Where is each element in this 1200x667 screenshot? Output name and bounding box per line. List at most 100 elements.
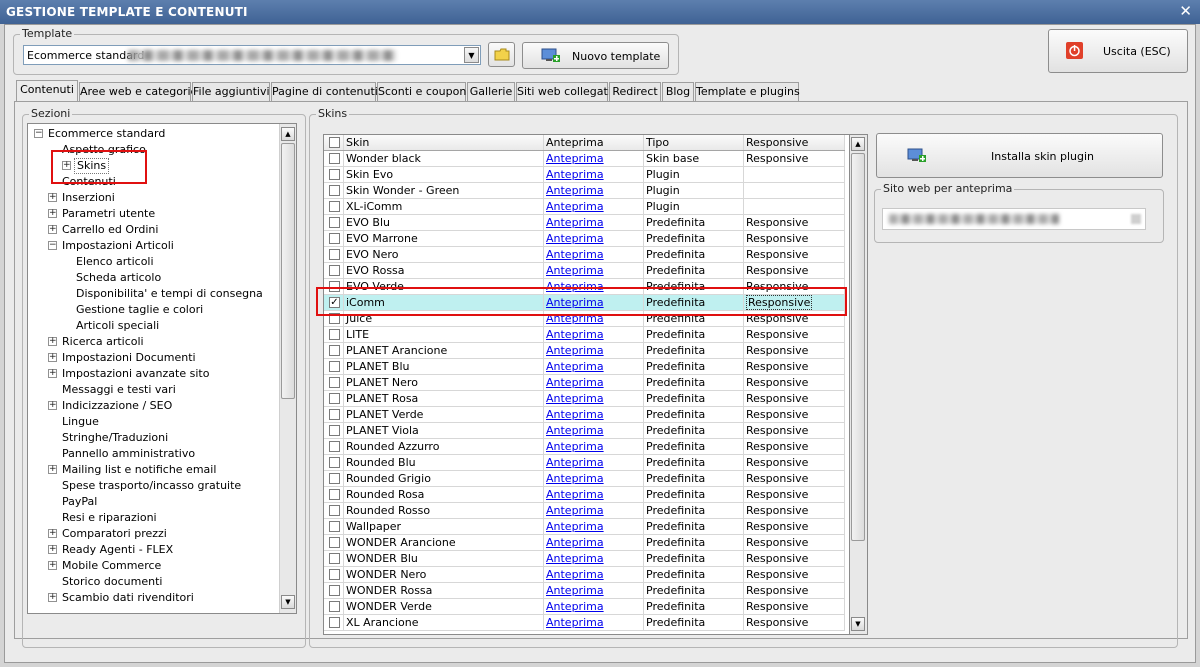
- preview-link[interactable]: Anteprima: [546, 584, 604, 597]
- preview-link[interactable]: Anteprima: [546, 328, 604, 341]
- tab-template-plugins[interactable]: Template e plugins: [695, 82, 800, 101]
- row-checkbox-cell[interactable]: [324, 535, 344, 550]
- template-combo[interactable]: Ecommerce standard ▼: [23, 45, 481, 65]
- cell-preview[interactable]: Anteprima: [544, 391, 644, 406]
- row-checkbox[interactable]: [329, 441, 340, 452]
- table-row[interactable]: Rounded Rosso Anteprima Predefinita Respons…: [324, 503, 845, 519]
- row-checkbox[interactable]: [329, 521, 340, 532]
- cell-preview[interactable]: Anteprima: [544, 215, 644, 230]
- exit-button[interactable]: Uscita (ESC): [1048, 29, 1188, 73]
- cell-preview[interactable]: Anteprima: [544, 615, 644, 630]
- tab-contenuti[interactable]: Contenuti: [16, 80, 78, 102]
- table-row[interactable]: WONDER Rossa Anteprima Predefinita Responsi…: [324, 583, 845, 599]
- column-tipo[interactable]: Tipo: [644, 135, 744, 150]
- cell-preview[interactable]: Anteprima: [544, 519, 644, 534]
- preview-link[interactable]: Anteprima: [546, 520, 604, 533]
- new-template-button[interactable]: Nuovo template: [522, 42, 669, 69]
- row-checkbox-cell[interactable]: [324, 215, 344, 230]
- row-checkbox-cell[interactable]: [324, 231, 344, 246]
- row-checkbox[interactable]: [329, 153, 340, 164]
- tree-scroll-thumb[interactable]: [281, 143, 295, 399]
- column-skin[interactable]: Skin: [344, 135, 544, 150]
- row-checkbox[interactable]: [329, 265, 340, 276]
- preview-link[interactable]: Anteprima: [546, 376, 604, 389]
- table-row[interactable]: WONDER Nero Anteprima Predefinita Responsiv…: [324, 567, 845, 583]
- tree-scrollbar[interactable]: ▲ ▼: [279, 124, 296, 613]
- table-row[interactable]: Skin Evo Anteprima Plugin: [324, 167, 845, 183]
- row-checkbox-cell[interactable]: [324, 199, 344, 214]
- cell-preview[interactable]: Anteprima: [544, 183, 644, 198]
- cell-preview[interactable]: Anteprima: [544, 151, 644, 166]
- tab-blog[interactable]: Blog: [662, 82, 694, 101]
- preview-site-field[interactable]: [882, 208, 1146, 230]
- cell-preview[interactable]: Anteprima: [544, 343, 644, 358]
- table-row[interactable]: Rounded Blu Anteprima Predefinita Responsiv…: [324, 455, 845, 471]
- row-checkbox-cell[interactable]: [324, 519, 344, 534]
- row-checkbox-cell[interactable]: [324, 455, 344, 470]
- row-checkbox-cell[interactable]: [324, 471, 344, 486]
- row-checkbox[interactable]: [329, 233, 340, 244]
- row-checkbox[interactable]: [329, 601, 340, 612]
- cell-preview[interactable]: Anteprima: [544, 487, 644, 502]
- table-row[interactable]: Rounded Azzurro Anteprima Predefinita Respo…: [324, 439, 845, 455]
- expand-icon[interactable]: +: [48, 529, 57, 538]
- table-row[interactable]: PLANET Nero Anteprima Predefinita Responsiv…: [324, 375, 845, 391]
- cell-preview[interactable]: Anteprima: [544, 423, 644, 438]
- tab-gallerie[interactable]: Gallerie: [467, 82, 515, 101]
- row-checkbox-cell[interactable]: [324, 551, 344, 566]
- row-checkbox[interactable]: [329, 249, 340, 260]
- preview-link[interactable]: Anteprima: [546, 504, 604, 517]
- cell-preview[interactable]: Anteprima: [544, 471, 644, 486]
- row-checkbox[interactable]: [329, 457, 340, 468]
- cell-preview[interactable]: Anteprima: [544, 375, 644, 390]
- table-row[interactable]: LITE Anteprima Predefinita Responsive: [324, 327, 845, 343]
- row-checkbox[interactable]: [329, 409, 340, 420]
- preview-link[interactable]: Anteprima: [546, 232, 604, 245]
- row-checkbox-cell[interactable]: [324, 487, 344, 502]
- row-checkbox-cell[interactable]: [324, 567, 344, 582]
- tab-siti-web-collegati[interactable]: Siti web collegati: [516, 82, 611, 101]
- expand-icon[interactable]: +: [48, 545, 57, 554]
- row-checkbox-cell[interactable]: [324, 247, 344, 262]
- row-checkbox-cell[interactable]: [324, 359, 344, 374]
- row-checkbox[interactable]: [329, 585, 340, 596]
- collapse-icon[interactable]: −: [48, 241, 57, 250]
- table-row[interactable]: WONDER Verde Anteprima Predefinita Responsi…: [324, 599, 845, 615]
- row-checkbox-cell[interactable]: [324, 263, 344, 278]
- tab-sconti-coupon[interactable]: Sconti e coupon: [377, 82, 466, 101]
- preview-link[interactable]: Anteprima: [546, 344, 604, 357]
- cell-preview[interactable]: Anteprima: [544, 263, 644, 278]
- row-checkbox[interactable]: [329, 377, 340, 388]
- preview-link[interactable]: Anteprima: [546, 360, 604, 373]
- table-row[interactable]: WONDER Blu Anteprima Predefinita Responsive: [324, 551, 845, 567]
- tab-aree-web[interactable]: Aree web e categorie: [79, 82, 197, 101]
- cell-preview[interactable]: Anteprima: [544, 407, 644, 422]
- expand-icon[interactable]: +: [48, 225, 57, 234]
- cell-preview[interactable]: Anteprima: [544, 359, 644, 374]
- row-checkbox-cell[interactable]: [324, 343, 344, 358]
- tab-redirect[interactable]: Redirect: [609, 82, 661, 101]
- preview-link[interactable]: Anteprima: [546, 200, 604, 213]
- column-anteprima[interactable]: Anteprima: [544, 135, 644, 150]
- column-responsive[interactable]: Responsive: [744, 135, 845, 150]
- preview-link[interactable]: Anteprima: [546, 216, 604, 229]
- row-checkbox[interactable]: [329, 425, 340, 436]
- table-row[interactable]: PLANET Rosa Anteprima Predefinita Responsiv…: [324, 391, 845, 407]
- table-row[interactable]: PLANET Arancione Anteprima Predefinita Resp…: [324, 343, 845, 359]
- table-row[interactable]: WONDER Arancione Anteprima Predefinita Resp…: [324, 535, 845, 551]
- cell-preview[interactable]: Anteprima: [544, 599, 644, 614]
- row-checkbox-cell[interactable]: [324, 327, 344, 342]
- table-row[interactable]: XL-iComm Anteprima Plugin: [324, 199, 845, 215]
- install-skin-plugin-button[interactable]: Installa skin plugin: [876, 133, 1163, 178]
- table-row[interactable]: EVO Blu Anteprima Predefinita Responsive: [324, 215, 845, 231]
- expand-icon[interactable]: +: [48, 561, 57, 570]
- close-icon[interactable]: ✕: [1179, 3, 1192, 19]
- table-row[interactable]: Wonder black Anteprima Skin base Responsive: [324, 151, 845, 167]
- row-checkbox[interactable]: [329, 169, 340, 180]
- preview-link[interactable]: Anteprima: [546, 568, 604, 581]
- table-row[interactable]: Skin Wonder - Green Anteprima Plugin: [324, 183, 845, 199]
- preview-link[interactable]: Anteprima: [546, 392, 604, 405]
- row-checkbox-cell[interactable]: [324, 583, 344, 598]
- table-row[interactable]: Rounded Grigio Anteprima Predefinita Respon…: [324, 471, 845, 487]
- row-checkbox[interactable]: [329, 217, 340, 228]
